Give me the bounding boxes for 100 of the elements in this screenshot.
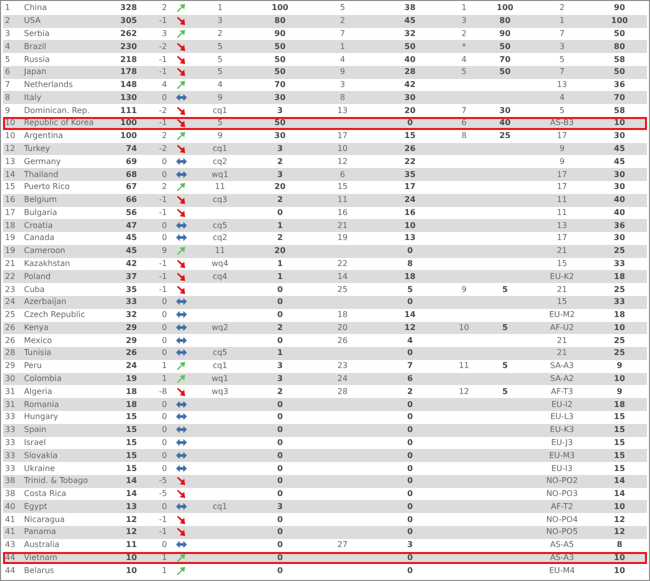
table-cell: 1 xyxy=(162,374,167,384)
table-cell: 30 xyxy=(499,106,511,115)
double-arrow-icon xyxy=(176,336,186,346)
table-cell: Republic of Korea xyxy=(24,118,94,128)
table-cell: -1 xyxy=(159,527,167,536)
table-cell: 33 xyxy=(5,425,16,434)
table-cell: Japan xyxy=(24,67,46,76)
table-cell: 56 xyxy=(126,208,137,217)
table-cell: 3 xyxy=(277,374,283,384)
table-cell: 15 xyxy=(337,182,348,192)
table-cell: EU-M4 xyxy=(549,566,575,575)
table-cell: 0 xyxy=(162,310,167,320)
table-cell: 19 xyxy=(5,233,16,242)
table-cell: 15 xyxy=(614,412,626,422)
table-cell: 0 xyxy=(407,476,413,486)
table-cell: 5 xyxy=(217,67,223,76)
table-cell: 4 xyxy=(162,80,167,90)
double-arrow-icon xyxy=(176,310,186,320)
table-cell: 9 xyxy=(559,156,565,166)
table-cell: 14 xyxy=(614,489,626,498)
table-cell: 0 xyxy=(277,336,283,345)
table-cell: -1 xyxy=(159,259,167,268)
down-arrow-icon xyxy=(176,527,186,538)
table-cell: 0 xyxy=(162,92,167,102)
table-cell: 16 xyxy=(337,208,348,217)
table-cell: 3 xyxy=(217,16,223,26)
table-cell: 8 xyxy=(407,259,413,268)
double-arrow-icon xyxy=(176,156,186,167)
table-cell: 10 xyxy=(126,566,137,575)
table-cell: -1 xyxy=(159,54,167,64)
table-cell: 37 xyxy=(126,272,137,281)
table-cell: 2 xyxy=(162,182,167,192)
table-cell: 28 xyxy=(404,67,416,76)
table-cell: 15 xyxy=(5,182,16,192)
table-cell: 1 xyxy=(162,361,167,370)
table-cell: 21 xyxy=(556,284,568,294)
table-cell: 230 xyxy=(120,42,137,51)
table-cell: AS-A5 xyxy=(550,540,574,550)
table-cell: 80 xyxy=(614,42,626,51)
table-cell: 2 xyxy=(340,16,346,26)
table-cell: Nicaragua xyxy=(24,514,65,524)
table-cell: 44 xyxy=(5,552,16,562)
table-cell: 29 xyxy=(5,361,16,370)
table-cell: 4 xyxy=(461,54,467,64)
down-arrow-icon xyxy=(176,195,186,206)
table-cell: 5 xyxy=(5,54,10,64)
table-cell: 17 xyxy=(556,131,568,140)
table-cell: 7 xyxy=(5,80,10,90)
table-cell: 12 xyxy=(614,514,626,524)
table-cell: 17 xyxy=(5,208,16,217)
table-cell: 4 xyxy=(407,336,413,345)
table-cell: 6 xyxy=(407,374,413,384)
table-cell: 0 xyxy=(162,400,167,409)
table-cell: 38 xyxy=(404,3,416,12)
table-cell: 26 xyxy=(126,348,137,358)
table-cell: cq1 xyxy=(212,144,228,153)
table-cell: 70 xyxy=(274,80,286,90)
table-cell: -1 xyxy=(159,514,167,524)
table-cell: -8 xyxy=(159,386,167,396)
table-cell: 0 xyxy=(407,438,413,447)
table-cell: 10 xyxy=(337,144,348,153)
table-cell: Vietnam xyxy=(24,552,58,562)
table-cell: 21 xyxy=(556,348,568,358)
table-cell: 23 xyxy=(337,361,348,370)
table-cell: 33 xyxy=(614,259,626,268)
table-cell: 17 xyxy=(337,131,348,140)
double-arrow-icon xyxy=(176,412,186,422)
table-cell: 15 xyxy=(126,464,137,473)
table-cell: Bulgaria xyxy=(24,208,58,217)
table-cell: 3 xyxy=(340,80,346,90)
table-cell: 9 xyxy=(217,131,223,140)
table-cell: 100 xyxy=(496,3,514,12)
table-cell: 32 xyxy=(404,28,416,38)
up-arrow-icon xyxy=(176,246,186,256)
double-arrow-icon xyxy=(176,348,186,358)
table-cell: 328 xyxy=(120,3,137,12)
table-cell: Czech Republic xyxy=(24,310,85,320)
table-cell: 262 xyxy=(120,28,137,38)
table-cell: 23 xyxy=(5,284,16,294)
table-cell: 0 xyxy=(162,412,167,422)
table-cell: 1 xyxy=(559,16,565,26)
table-cell: 0 xyxy=(277,284,283,294)
table-cell: 0 xyxy=(277,464,283,473)
table-cell: 1 xyxy=(340,42,346,51)
table-cell: 0 xyxy=(162,438,167,447)
table-cell: 0 xyxy=(162,450,167,460)
table-cell: 0 xyxy=(277,540,283,550)
table-cell: Egypt xyxy=(24,502,48,511)
table-cell: 2 xyxy=(162,131,167,140)
table-cell: wq2 xyxy=(212,322,228,332)
table-cell: wq3 xyxy=(212,386,228,396)
table-cell: 45 xyxy=(126,246,137,256)
table-cell: Turkey xyxy=(24,144,50,153)
table-cell: 13 xyxy=(126,502,137,511)
table-cell: 25 xyxy=(614,336,626,345)
table-cell: 5 xyxy=(502,284,508,294)
table-cell: 0 xyxy=(407,464,413,473)
table-cell: 10 xyxy=(5,118,16,128)
table-cell: 0 xyxy=(162,425,167,434)
double-arrow-icon xyxy=(176,425,186,436)
